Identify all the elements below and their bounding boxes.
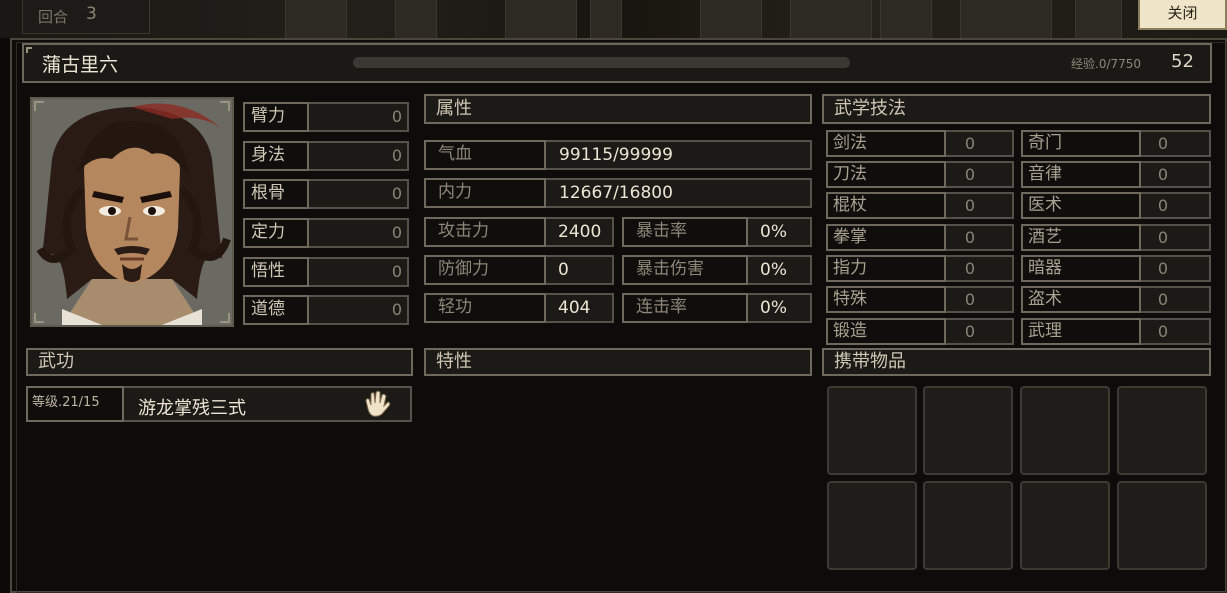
skill-value: 0 — [964, 322, 976, 341]
character-name: 蒲古里六 — [42, 54, 119, 76]
skill-value: 0 — [964, 290, 976, 309]
skill-value: 0 — [1157, 134, 1169, 153]
skill-value: 0 — [964, 165, 976, 184]
stat-label: 臂力 — [243, 102, 309, 132]
skill-value: 0 — [964, 196, 976, 215]
kungfu-name[interactable]: 游龙掌残三式 — [138, 394, 246, 420]
skill-label: 锻造 — [826, 318, 946, 345]
close-button[interactable]: 关闭 — [1138, 0, 1227, 30]
character-portrait — [30, 97, 234, 327]
crit-damage-label: 暴击伤害 — [622, 255, 748, 285]
combo-value: 0% — [760, 298, 787, 318]
portrait-corner — [34, 313, 44, 323]
item-slot[interactable] — [1117, 386, 1207, 475]
stat-value: 0 — [391, 262, 402, 281]
skill-label: 拳掌 — [826, 224, 946, 251]
skill-value: 0 — [1157, 196, 1169, 215]
stat-value: 0 — [391, 300, 402, 319]
skill-label: 医术 — [1021, 192, 1141, 219]
palm-icon — [362, 389, 392, 419]
portrait-corner — [220, 101, 230, 111]
stat-label: 定力 — [243, 218, 309, 248]
stat-value: 0 — [391, 146, 402, 165]
stat-label: 悟性 — [243, 257, 309, 287]
stat-label: 身法 — [243, 141, 309, 171]
mp-value: 12667/16800 — [559, 183, 673, 203]
defense-label: 防御力 — [424, 255, 546, 285]
agility-label: 轻功 — [424, 293, 546, 323]
skill-value: 0 — [964, 228, 976, 247]
stat-label: 道德 — [243, 295, 309, 325]
skill-label: 盗术 — [1021, 286, 1141, 313]
item-slot[interactable] — [1117, 481, 1207, 570]
items-header: 携带物品 — [822, 348, 1211, 376]
item-slot[interactable] — [827, 481, 917, 570]
crit-value: 0% — [760, 222, 787, 242]
skill-value: 0 — [964, 259, 976, 278]
kungfu-header: 武功 — [26, 348, 413, 376]
skill-value: 0 — [1157, 259, 1169, 278]
skill-label: 刀法 — [826, 161, 946, 188]
skill-label: 音律 — [1021, 161, 1141, 188]
defense-value: 0 — [558, 260, 569, 280]
skill-label: 暗器 — [1021, 255, 1141, 282]
skill-value: 0 — [1157, 322, 1169, 341]
kungfu-level: 等级.21/15 — [26, 386, 124, 422]
skill-label: 武理 — [1021, 318, 1141, 345]
attack-label: 攻击力 — [424, 217, 546, 247]
portrait-corner — [34, 101, 44, 111]
name-bar-corner — [26, 47, 32, 53]
skill-value: 0 — [1157, 228, 1169, 247]
skill-label: 棍杖 — [826, 192, 946, 219]
traits-header: 特性 — [424, 348, 812, 376]
item-slot[interactable] — [923, 386, 1013, 475]
skill-value: 0 — [964, 134, 976, 153]
exp-label: 经验.0/7750 — [1071, 57, 1142, 71]
game-background-strip — [0, 0, 1227, 38]
skill-label: 剑法 — [826, 130, 946, 157]
portrait-corner — [220, 313, 230, 323]
skill-value: 0 — [1157, 165, 1169, 184]
skill-label: 指力 — [826, 255, 946, 282]
combo-label: 连击率 — [622, 293, 748, 323]
hp-value: 99115/99999 — [559, 145, 673, 165]
skill-label: 特殊 — [826, 286, 946, 313]
stat-value: 0 — [391, 107, 402, 126]
portrait-image — [32, 99, 232, 325]
round-label: 回合 — [38, 8, 69, 26]
exp-bar — [353, 57, 850, 68]
stat-label: 根骨 — [243, 179, 309, 209]
round-value: 3 — [86, 4, 97, 24]
martial-skills-header: 武学技法 — [822, 94, 1211, 124]
item-slot[interactable] — [923, 481, 1013, 570]
attack-value: 2400 — [558, 222, 602, 242]
stat-value: 0 — [391, 223, 402, 242]
skill-label: 奇门 — [1021, 130, 1141, 157]
item-slot[interactable] — [1020, 386, 1110, 475]
skill-value: 0 — [1157, 290, 1169, 309]
character-level: 52 — [1171, 51, 1194, 72]
skill-label: 酒艺 — [1021, 224, 1141, 251]
mp-label: 内力 — [424, 178, 546, 208]
crit-label: 暴击率 — [622, 217, 748, 247]
stat-value: 0 — [391, 184, 402, 203]
agility-value: 404 — [558, 298, 591, 318]
hp-label: 气血 — [424, 140, 546, 170]
item-slot[interactable] — [1020, 481, 1110, 570]
crit-damage-value: 0% — [760, 260, 787, 280]
item-slot[interactable] — [827, 386, 917, 475]
attributes-header: 属性 — [424, 94, 812, 124]
